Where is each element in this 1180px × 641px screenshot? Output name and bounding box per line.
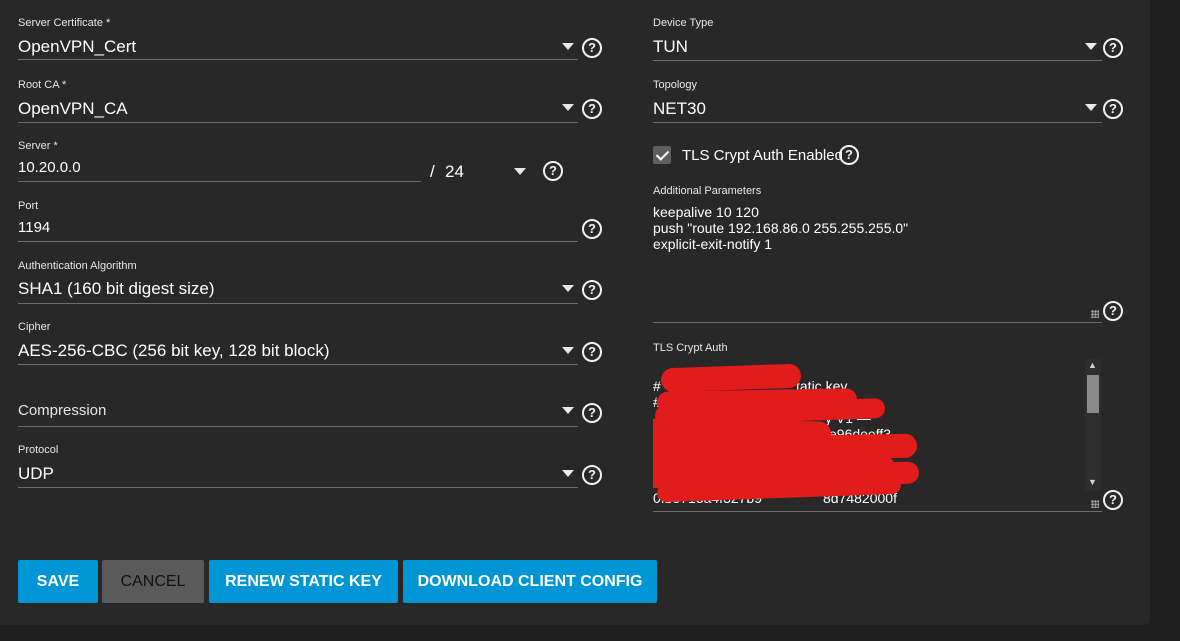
- server-certificate-label: Server Certificate *: [18, 17, 111, 29]
- help-icon[interactable]: ?: [543, 161, 563, 181]
- server-certificate-value: OpenVPN_Cert: [18, 37, 137, 56]
- help-icon[interactable]: ?: [1103, 38, 1123, 58]
- cancel-button[interactable]: CANCEL: [102, 560, 204, 603]
- save-button[interactable]: SAVE: [18, 560, 98, 603]
- cipher-value: AES-256-CBC (256 bit key, 128 bit block): [18, 341, 330, 360]
- help-icon[interactable]: ?: [839, 145, 859, 165]
- port-field: Port 1194 ?: [18, 200, 602, 245]
- port-underline: [18, 241, 578, 242]
- auth-algorithm-value: SHA1 (160 bit digest size): [18, 279, 215, 298]
- device-type-label: Device Type: [653, 17, 714, 29]
- chevron-down-icon[interactable]: [562, 285, 574, 292]
- auth-algorithm-underline: [18, 303, 578, 304]
- checkbox-checked-icon[interactable]: [653, 146, 671, 164]
- help-icon[interactable]: ?: [582, 280, 602, 300]
- device-type-underline: [653, 60, 1102, 61]
- topology-value: NET30: [653, 99, 706, 118]
- help-icon[interactable]: ?: [1103, 99, 1123, 119]
- auth-algorithm-label: Authentication Algorithm: [18, 260, 137, 272]
- server-label: Server *: [18, 140, 58, 152]
- chevron-down-icon[interactable]: [562, 104, 574, 111]
- download-client-config-button[interactable]: DOWNLOAD CLIENT CONFIG: [403, 560, 657, 603]
- resize-handle-icon[interactable]: [1091, 500, 1099, 508]
- redaction-scribble: [751, 484, 821, 496]
- help-icon[interactable]: ?: [582, 38, 602, 58]
- help-icon[interactable]: ?: [582, 99, 602, 119]
- compression-select[interactable]: Compression ?: [18, 400, 602, 428]
- root-ca-label: Root CA *: [18, 79, 67, 91]
- help-icon[interactable]: ?: [582, 403, 602, 423]
- openvpn-server-form: Server Certificate * OpenVPN_Cert ? Root…: [0, 0, 1150, 625]
- chevron-down-icon[interactable]: [514, 168, 526, 175]
- topology-label: Topology: [653, 79, 698, 91]
- server-underline: [18, 181, 421, 182]
- protocol-underline: [18, 487, 578, 488]
- compression-label: Compression: [18, 402, 107, 419]
- help-icon[interactable]: ?: [582, 219, 602, 239]
- server-field: Server * 10.20.0.0 / 24 ?: [18, 140, 602, 185]
- auth-algorithm-select[interactable]: Authentication Algorithm SHA1 (160 bit d…: [18, 260, 602, 305]
- chevron-down-icon[interactable]: [1085, 43, 1097, 50]
- server-certificate-underline: [18, 59, 578, 60]
- scroll-thumb[interactable]: [1087, 375, 1099, 413]
- server-input[interactable]: 10.20.0.0: [18, 159, 81, 176]
- tls-crypt-auth-label: TLS Crypt Auth: [653, 342, 728, 354]
- topology-underline: [653, 122, 1102, 123]
- cipher-select[interactable]: Cipher AES-256-CBC (256 bit key, 128 bit…: [18, 321, 602, 366]
- scroll-down-icon[interactable]: ▼: [1088, 477, 1097, 487]
- additional-parameters-label: Additional Parameters: [653, 185, 762, 197]
- server-separator: /: [430, 162, 435, 181]
- chevron-down-icon[interactable]: [1085, 104, 1097, 111]
- netmask-select[interactable]: 24: [445, 162, 464, 182]
- help-icon[interactable]: ?: [582, 465, 602, 485]
- root-ca-value: OpenVPN_CA: [18, 99, 128, 118]
- tls-crypt-auth-underline: [653, 511, 1102, 512]
- cipher-underline: [18, 364, 578, 365]
- additional-parameters-textarea[interactable]: Additional Parameters keepalive 10 120 p…: [653, 185, 1128, 325]
- topology-select[interactable]: Topology NET30 ?: [653, 79, 1128, 124]
- chevron-down-icon[interactable]: [562, 43, 574, 50]
- renew-static-key-button[interactable]: RENEW STATIC KEY: [209, 560, 398, 603]
- chevron-down-icon[interactable]: [562, 470, 574, 477]
- port-input[interactable]: 1194: [18, 219, 50, 236]
- cipher-label: Cipher: [18, 321, 51, 333]
- tls-crypt-auth-textarea[interactable]: TLS Crypt Auth # tatic key # — y V1 — e9…: [653, 342, 1128, 514]
- scroll-up-icon[interactable]: ▲: [1088, 360, 1097, 370]
- device-type-select[interactable]: Device Type TUN ?: [653, 17, 1128, 62]
- chevron-down-icon[interactable]: [562, 407, 574, 414]
- scrollbar[interactable]: ▲ ▼: [1085, 359, 1101, 491]
- tls-crypt-auth-enabled-label: TLS Crypt Auth Enabled: [682, 147, 843, 164]
- compression-underline: [18, 426, 578, 427]
- resize-handle-icon[interactable]: [1091, 310, 1099, 318]
- server-certificate-select[interactable]: Server Certificate * OpenVPN_Cert ?: [18, 17, 602, 62]
- protocol-label: Protocol: [18, 444, 59, 456]
- key-fragment-1: #: [653, 378, 661, 394]
- tls-crypt-auth-enabled-checkbox[interactable]: TLS Crypt Auth Enabled ?: [653, 145, 873, 167]
- redaction-scribble: [660, 363, 802, 393]
- protocol-value: UDP: [18, 464, 54, 483]
- additional-parameters-value[interactable]: keepalive 10 120 push "route 192.168.86.…: [653, 204, 908, 252]
- help-icon[interactable]: ?: [1103, 490, 1123, 510]
- help-icon[interactable]: ?: [582, 342, 602, 362]
- root-ca-select[interactable]: Root CA * OpenVPN_CA ?: [18, 79, 602, 124]
- protocol-select[interactable]: Protocol UDP ?: [18, 444, 602, 489]
- help-icon[interactable]: ?: [1103, 301, 1123, 321]
- device-type-value: TUN: [653, 37, 688, 56]
- chevron-down-icon[interactable]: [562, 347, 574, 354]
- root-ca-underline: [18, 122, 578, 123]
- additional-parameters-underline: [653, 322, 1102, 323]
- port-label: Port: [18, 200, 39, 212]
